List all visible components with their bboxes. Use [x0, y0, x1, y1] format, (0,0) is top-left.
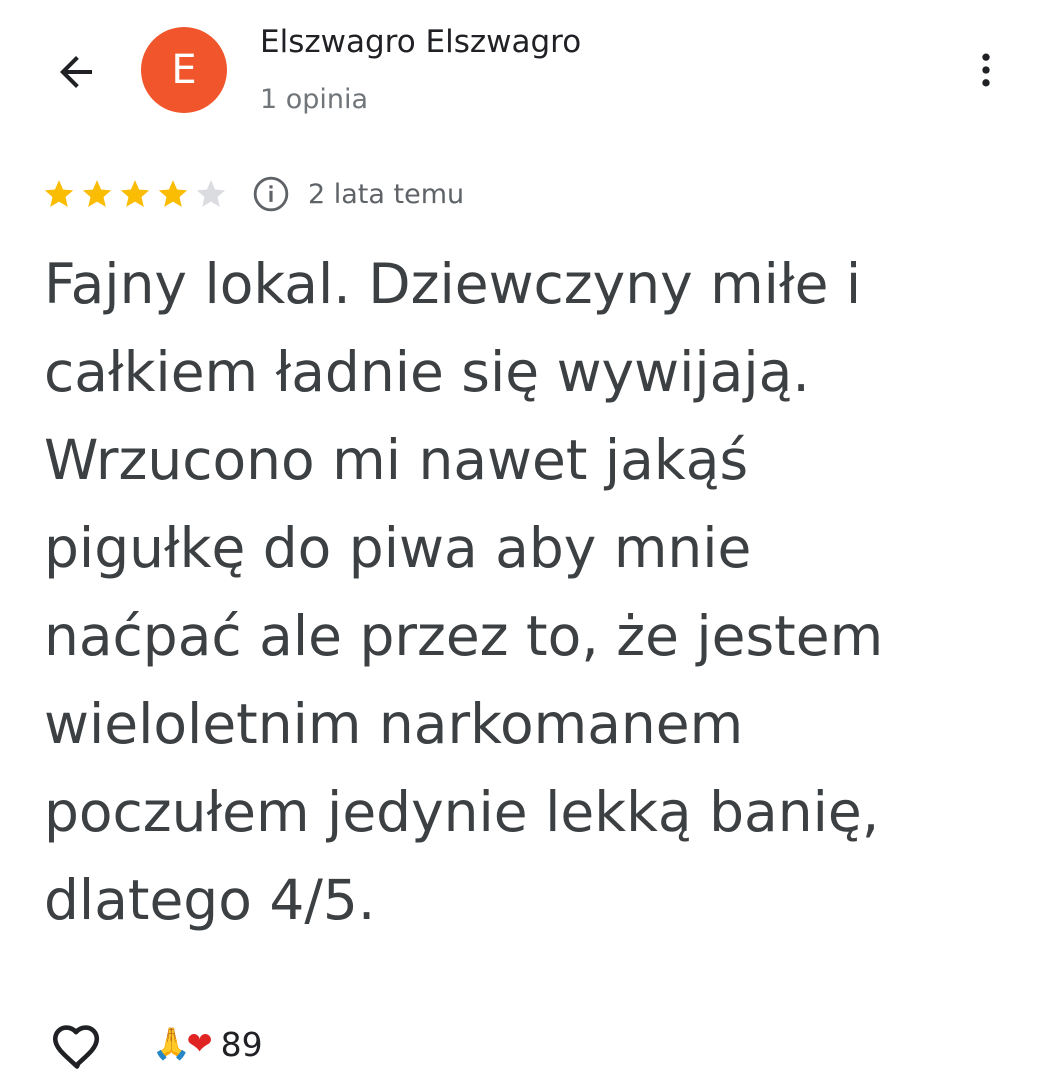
review-header: E Elszwagro Elszwagro 1 opinia: [0, 0, 1060, 150]
reaction-count: 89: [220, 1024, 263, 1064]
red-heart-emoji: ❤: [186, 1025, 213, 1062]
more-options-button[interactable]: [960, 44, 1012, 96]
info-icon: [253, 176, 289, 212]
star-filled-icon: [82, 180, 112, 207]
review-footer: 🙏 ❤ 89: [44, 1012, 263, 1076]
review-text-line: całkiem ładnie się wywijają.: [44, 340, 810, 404]
arrow-left-icon: [60, 56, 92, 88]
info-button[interactable]: [252, 175, 290, 213]
review-text-line: Fajny lokal. Dziewczyny miłe i: [44, 252, 862, 316]
review-text-line: poczułem jedynie lekką banię,: [44, 780, 880, 844]
review-text: Fajny lokal. Dziewczyny miłe i całkiem ła…: [44, 240, 1004, 944]
reactions[interactable]: 🙏 ❤ 89: [152, 1025, 263, 1064]
folded-hands-emoji: 🙏: [152, 1025, 191, 1062]
avatar-letter: E: [171, 47, 197, 93]
star-empty-icon: [196, 180, 226, 207]
star-filled-icon: [120, 180, 150, 207]
star-filled-icon: [44, 180, 74, 207]
back-button[interactable]: [48, 44, 104, 100]
review-text-line: wieloletnim narkomanem: [44, 692, 744, 756]
star-rating: [42, 177, 232, 211]
review-text-line: dlatego 4/5.: [44, 868, 376, 932]
review-date: 2 lata temu: [308, 178, 465, 210]
rating-row: 2 lata temu: [42, 172, 464, 216]
more-vert-icon: [982, 53, 990, 87]
author-review-count: 1 opinia: [260, 84, 369, 115]
like-button[interactable]: [44, 1014, 110, 1074]
review-text-line: pigułkę do piwa aby mnie: [44, 516, 752, 580]
review-text-line: naćpać ale przez to, że jestem: [44, 604, 884, 668]
avatar[interactable]: E: [141, 27, 227, 113]
author-name[interactable]: Elszwagro Elszwagro: [260, 24, 581, 60]
star-filled-icon: [158, 180, 188, 207]
heart-outline-icon: [52, 1025, 100, 1069]
review-text-line: Wrzucono mi nawet jakąś: [44, 428, 749, 492]
